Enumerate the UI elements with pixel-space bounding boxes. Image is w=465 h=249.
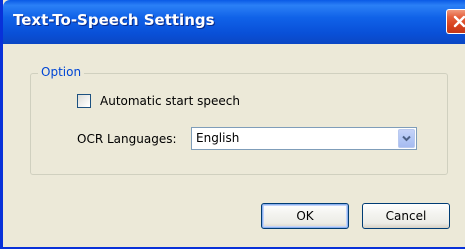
close-button[interactable] — [446, 9, 465, 34]
ocr-languages-value: English — [196, 131, 240, 145]
ocr-languages-label: OCR Languages: — [77, 132, 177, 146]
dialog-title: Text-To-Speech Settings — [13, 11, 215, 29]
ocr-languages-select[interactable]: English — [191, 127, 417, 150]
option-group-label: Option — [38, 64, 85, 80]
auto-start-label[interactable]: Automatic start speech — [100, 94, 240, 109]
auto-start-checkbox[interactable] — [77, 94, 91, 108]
chevron-down-icon — [402, 135, 411, 142]
title-bar[interactable]: Text-To-Speech Settings — [3, 0, 465, 44]
settings-dialog: Text-To-Speech Settings Option Automatic… — [0, 0, 465, 249]
ok-button[interactable]: OK — [261, 203, 349, 229]
option-groupbox — [30, 73, 448, 175]
cancel-button[interactable]: Cancel — [362, 203, 450, 229]
close-icon — [453, 15, 465, 28]
dropdown-arrow-button[interactable] — [398, 129, 415, 148]
